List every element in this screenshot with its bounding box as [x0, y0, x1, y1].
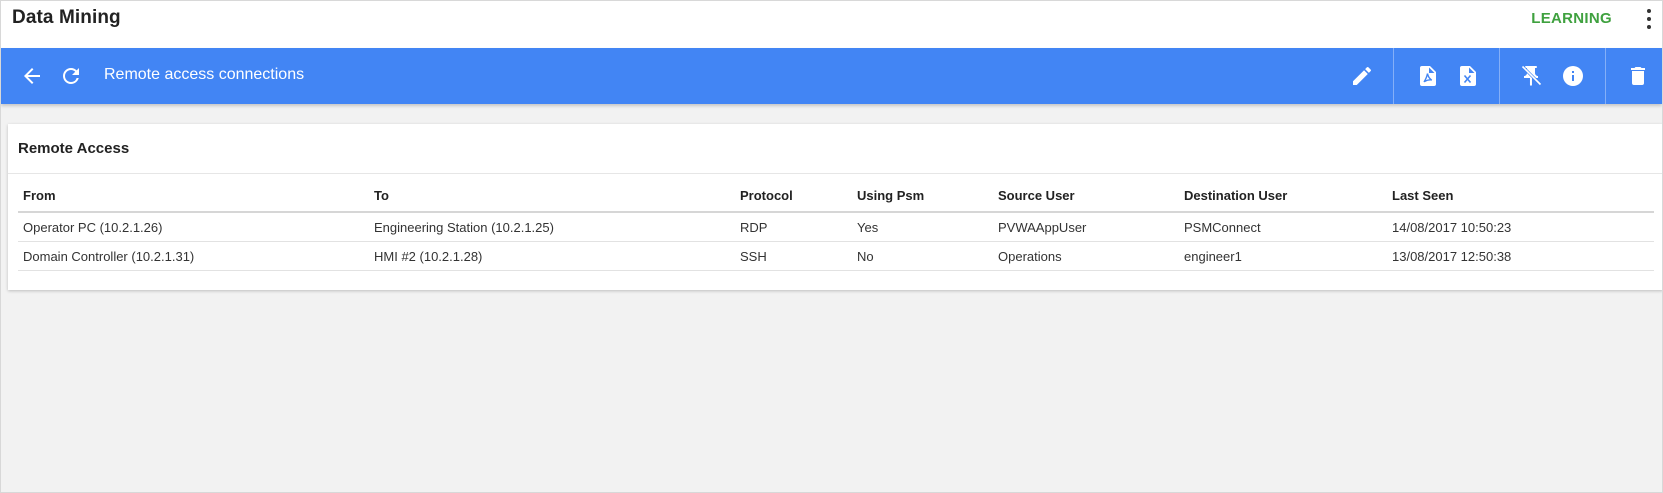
cell-destination-user: PSMConnect [1179, 212, 1387, 242]
info-icon[interactable] [1561, 64, 1585, 88]
toolbar-divider [1605, 48, 1606, 104]
page-title: Remote access connections [104, 66, 305, 83]
column-header-to[interactable]: To [369, 180, 735, 213]
pencil-icon[interactable] [1350, 64, 1374, 88]
column-header-using-psm[interactable]: Using Psm [852, 180, 993, 213]
kebab-dot [1647, 17, 1651, 21]
table-row[interactable]: Domain Controller (10.2.1.31) HMI #2 (10… [18, 241, 1654, 271]
refresh-icon[interactable] [59, 64, 83, 88]
cell-from: Operator PC (10.2.1.26) [18, 212, 369, 242]
arrow-back-icon[interactable] [20, 64, 44, 88]
cell-destination-user: engineer1 [1179, 241, 1387, 271]
kebab-dot [1647, 9, 1651, 13]
cell-last-seen: 14/08/2017 10:50:23 [1387, 212, 1654, 242]
toolbar-divider [1393, 48, 1394, 104]
trash-icon[interactable] [1626, 64, 1650, 88]
kebab-dot [1647, 25, 1651, 29]
cell-source-user: PVWAAppUser [993, 212, 1179, 242]
cell-from: Domain Controller (10.2.1.31) [18, 241, 369, 271]
table-header-row: From To Protocol Using Psm Source User D… [18, 180, 1654, 213]
card-divider [8, 173, 1662, 174]
excel-file-icon[interactable] [1456, 64, 1480, 88]
cell-to: HMI #2 (10.2.1.28) [369, 241, 735, 271]
cell-protocol: RDP [735, 212, 852, 242]
cell-to: Engineering Station (10.2.1.25) [369, 212, 735, 242]
app-title: Data Mining [12, 7, 121, 28]
column-header-from[interactable]: From [18, 180, 369, 213]
app-header: Data Mining LEARNING [1, 1, 1662, 48]
column-header-source-user[interactable]: Source User [993, 180, 1179, 213]
unpin-icon[interactable] [1519, 64, 1543, 88]
remote-access-table: From To Protocol Using Psm Source User D… [18, 180, 1654, 271]
cell-using-psm: No [852, 241, 993, 271]
cell-using-psm: Yes [852, 212, 993, 242]
mode-badge[interactable]: LEARNING [1531, 10, 1612, 27]
card-title: Remote Access [18, 140, 130, 157]
column-header-last-seen[interactable]: Last Seen [1387, 180, 1654, 213]
app-frame: Data Mining LEARNING Remote access conne… [0, 0, 1663, 493]
more-options-icon[interactable] [1642, 9, 1656, 29]
toolbar-divider [1499, 48, 1500, 104]
column-header-protocol[interactable]: Protocol [735, 180, 852, 213]
table-row[interactable]: Operator PC (10.2.1.26) Engineering Stat… [18, 212, 1654, 242]
cell-source-user: Operations [993, 241, 1179, 271]
pdf-file-icon[interactable] [1416, 64, 1440, 88]
cell-last-seen: 13/08/2017 12:50:38 [1387, 241, 1654, 271]
page-toolbar: Remote access connections [1, 48, 1662, 104]
column-header-destination-user[interactable]: Destination User [1179, 180, 1387, 213]
cell-protocol: SSH [735, 241, 852, 271]
remote-access-card: Remote Access From To Protocol Using Psm… [8, 124, 1662, 290]
